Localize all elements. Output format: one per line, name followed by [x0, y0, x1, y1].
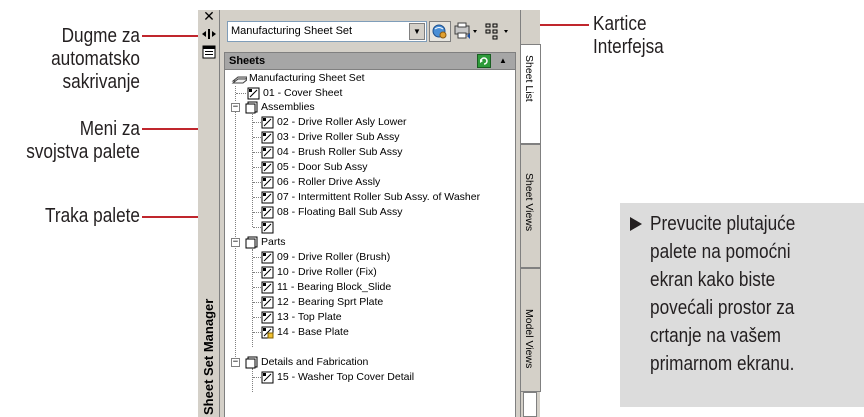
list-view-icon [485, 23, 508, 40]
properties-menu-callout: Meni za svojstva palete [26, 118, 140, 163]
palette-bar-title: Sheet Set Manager [201, 298, 216, 415]
sheet-icon [261, 161, 274, 174]
sheet-icon [247, 87, 260, 100]
subset-icon [245, 101, 258, 114]
collapse-icon[interactable]: − [231, 238, 240, 247]
tree-line [253, 152, 261, 153]
sheet-icon [261, 296, 274, 309]
sheet-icon [261, 371, 274, 384]
tree-sheet-label: 07 - Intermittent Roller Sub Assy. of Wa… [277, 191, 481, 203]
sheet-icon [261, 281, 274, 294]
tree-line [253, 332, 261, 333]
tab-sheet-views[interactable]: Sheet Views [521, 144, 541, 268]
sheet-icon [261, 131, 274, 144]
refresh-icon[interactable] [477, 54, 491, 68]
tab-sheet-list[interactable]: Sheet List [521, 44, 541, 144]
arrow-right-icon [630, 217, 642, 231]
autohide-icon [202, 29, 216, 39]
sheet-icon [261, 266, 274, 279]
sheet-icon [261, 146, 274, 159]
sheet-icon [261, 176, 274, 189]
tree-sheet-label: 12 - Bearing Sprt Plate [277, 296, 384, 308]
autohide-leader [142, 35, 198, 37]
tree-sheet-label: 15 - Washer Top Cover Detail [277, 371, 415, 383]
tree-root-label: Manufacturing Sheet Set [249, 72, 365, 84]
tree-line [252, 114, 253, 227]
tree-line [253, 317, 261, 318]
interface-tabs: Sheet List Sheet Views Model Views [520, 10, 541, 417]
sheet-icon [261, 311, 274, 324]
sheet-icon [261, 251, 274, 264]
sheet-icon [261, 116, 274, 129]
tree-line [252, 368, 253, 392]
tree-sheet-label: 09 - Drive Roller (Brush) [277, 251, 391, 263]
tip-text: Prevucite plutajuće palete na pomoćni ek… [650, 213, 796, 375]
tree-line [253, 197, 261, 198]
sheets-title: Sheets [229, 55, 266, 67]
sheet-icon [261, 221, 274, 234]
sheet-locked-icon [261, 326, 274, 339]
tree-sheet-label: 10 - Drive Roller (Fix) [277, 266, 377, 278]
sheet-set-manager-panel: Manufacturing Sheet Set ▼ Sheets ▲ Manuf… [220, 10, 520, 417]
tree-sheet-label: 01 - Cover Sheet [263, 87, 343, 99]
sheet-icon [261, 191, 274, 204]
tree-sheet-label: 08 - Floating Ball Sub Assy [277, 206, 403, 218]
tree-sheet-label: 04 - Brush Roller Sub Assy [277, 146, 403, 158]
properties-menu-leader [142, 128, 206, 130]
autohide-button[interactable] [201, 27, 217, 41]
collapse-icon[interactable]: − [231, 358, 240, 367]
palette-bar-callout: Traka palete [45, 205, 141, 227]
tree-sheet-label: 03 - Drive Roller Sub Assy [277, 131, 400, 143]
palette-properties-button[interactable] [202, 45, 216, 59]
autohide-callout: Dugme za automatsko sakrivanje [51, 25, 140, 93]
toolbar: Manufacturing Sheet Set ▼ [220, 10, 520, 52]
tree-group-label: Parts [261, 236, 286, 248]
publish-button[interactable] [453, 21, 479, 42]
subset-icon [245, 356, 258, 369]
tree-sheet-label: 05 - Door Sub Assy [277, 161, 368, 173]
tree-line [253, 257, 261, 258]
tree-line [253, 137, 261, 138]
palette-bar-leader [142, 216, 206, 218]
chevron-up-icon[interactable]: ▲ [497, 54, 509, 68]
tree-line [253, 122, 261, 123]
globe-sheet-icon [429, 21, 451, 42]
sheets-header: Sheets ▲ [224, 52, 516, 70]
sheet-set-properties-button[interactable] [429, 21, 451, 42]
tree-line [253, 302, 261, 303]
printer-icon [454, 22, 477, 39]
chevron-down-icon[interactable]: ▼ [409, 23, 425, 40]
tree-line [236, 93, 246, 94]
view-options-button[interactable] [482, 21, 512, 42]
tree-line [253, 227, 261, 228]
sheet-set-select-value: Manufacturing Sheet Set [231, 25, 353, 37]
tree-line [253, 182, 261, 183]
tree-sheet-label: 11 - Bearing Block_Slide [277, 281, 392, 293]
subset-icon [245, 236, 258, 249]
tree-line [235, 107, 236, 361]
tab-scrollbar[interactable] [523, 392, 537, 417]
tree-sheet-label: 14 - Base Plate [277, 326, 349, 338]
properties-menu-icon [202, 45, 216, 59]
tree-group-label: Assemblies [261, 101, 315, 113]
tree-group-label: Details and Fabrication [261, 356, 369, 368]
interface-tabs-callout: Kartice Interfejsa [593, 13, 664, 58]
palette-bar[interactable]: ✕ Sheet Set Manager [198, 10, 220, 417]
tree-line [253, 272, 261, 273]
tree-line [253, 377, 261, 378]
tree-sheet-label: 13 - Top Plate [277, 311, 342, 323]
collapse-icon[interactable]: − [231, 103, 240, 112]
tree-line [253, 287, 261, 288]
tree-line [253, 212, 261, 213]
sheet-tree[interactable]: Manufacturing Sheet Set 01 - Cover Sheet… [224, 70, 516, 417]
tip-box: Prevucite plutajuće palete na pomoćni ek… [620, 203, 864, 407]
tree-sheet-label: 02 - Drive Roller Asly Lower [277, 116, 407, 128]
close-button[interactable]: ✕ [202, 10, 216, 24]
tree-sheet-label: 06 - Roller Drive Assly [277, 176, 381, 188]
tree-line [253, 167, 261, 168]
sheet-set-select[interactable]: Manufacturing Sheet Set ▼ [227, 21, 427, 42]
sheet-set-icon [231, 76, 247, 84]
tab-model-views[interactable]: Model Views [521, 268, 541, 392]
sheet-icon [261, 206, 274, 219]
